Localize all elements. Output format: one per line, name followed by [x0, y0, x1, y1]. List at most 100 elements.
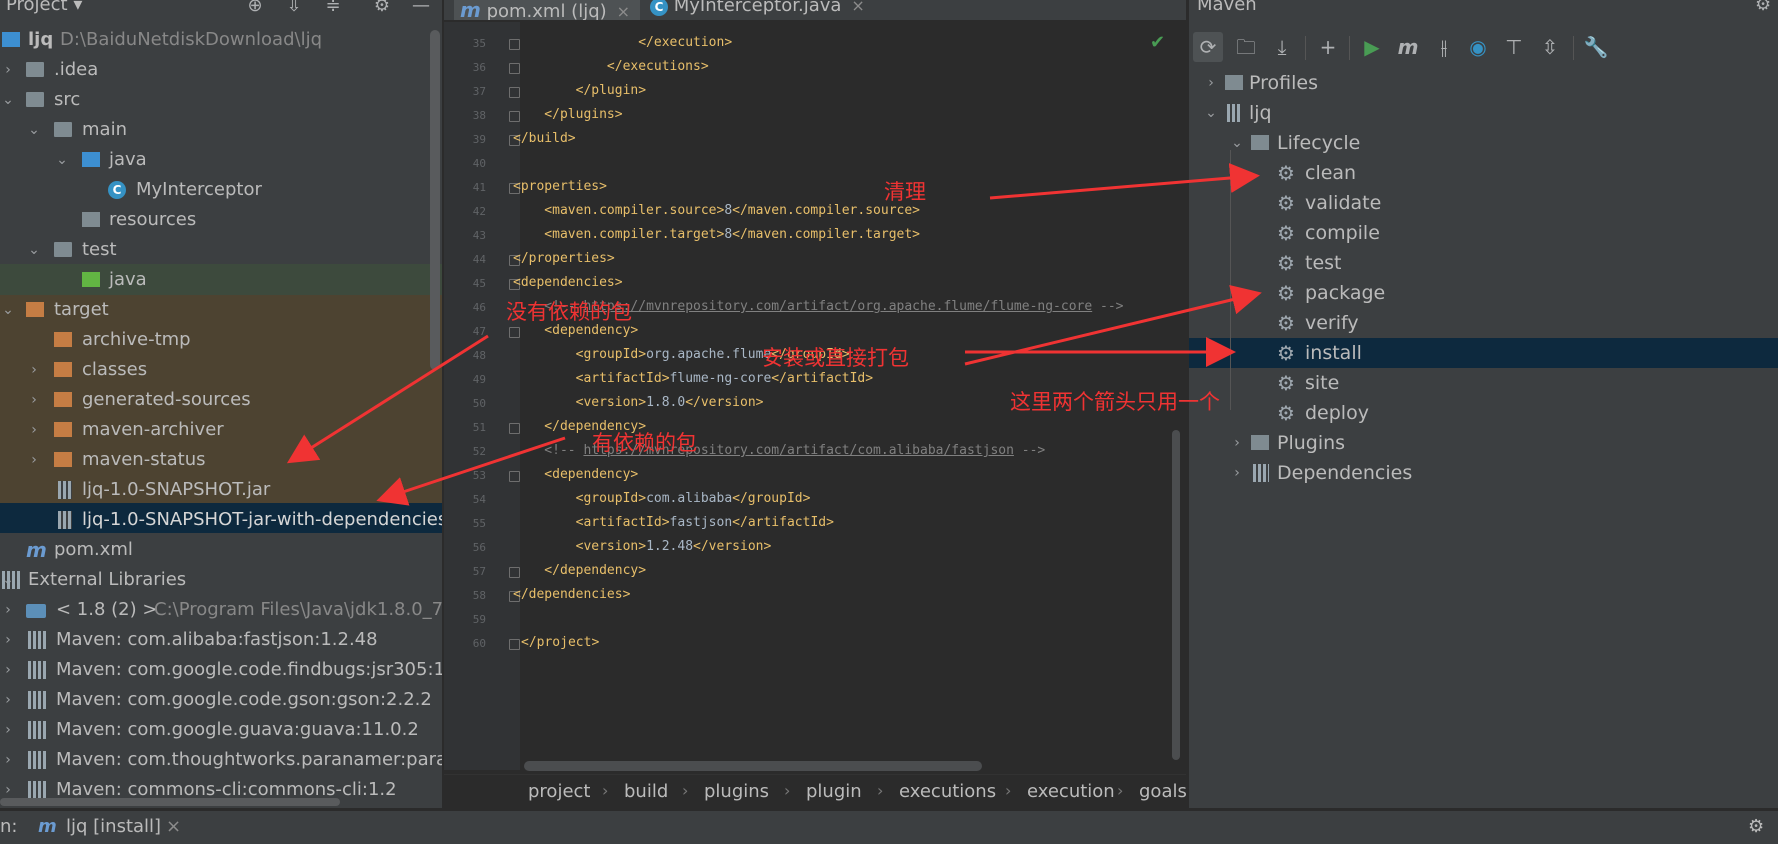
code-line-57[interactable]: </dependency>: [513, 563, 646, 579]
chevron-right-icon[interactable]: ›: [1203, 68, 1219, 98]
tab-pom-xml[interactable]: m pom.xml (ljq) ×: [454, 0, 640, 20]
run-icon[interactable]: ▶: [1357, 32, 1387, 62]
tree-item-project-root[interactable]: ⌄ ljq D:\BaiduNetdiskDownload\ljq: [0, 25, 442, 55]
code-line-39[interactable]: </build>: [513, 131, 576, 147]
reload-icon[interactable]: ⟳: [1193, 32, 1223, 62]
breadcrumb-item-goals[interactable]: goals: [1139, 781, 1187, 802]
plus-icon[interactable]: +: [1313, 32, 1343, 62]
code-line-44[interactable]: </properties>: [513, 251, 615, 267]
code-line-38[interactable]: </plugins>: [513, 107, 622, 123]
close-icon[interactable]: ×: [617, 2, 630, 20]
collapse-icon[interactable]: ⇳: [1535, 32, 1565, 62]
chevron-right-icon[interactable]: ›: [0, 685, 16, 715]
tree-item-classes[interactable]: › classes: [0, 355, 442, 385]
gear-icon[interactable]: ⚙: [1755, 0, 1771, 15]
tree-item-src[interactable]: ⌄ src: [0, 85, 442, 115]
breadcrumb-item-build[interactable]: build: [624, 781, 668, 802]
run-tab-ljq-install[interactable]: ljq [install]: [66, 816, 161, 837]
code-line-42[interactable]: <maven.compiler.source>8</maven.compiler…: [513, 203, 920, 219]
breadcrumb-item-execution[interactable]: execution: [1027, 781, 1115, 802]
chevron-right-icon[interactable]: ›: [0, 715, 16, 745]
tree-item-myinterceptor[interactable]: C MyInterceptor: [0, 175, 442, 205]
gear-icon[interactable]: ⚙: [1748, 816, 1764, 837]
chevron-right-icon[interactable]: ›: [0, 55, 16, 85]
close-icon[interactable]: ×: [851, 0, 864, 15]
fold-marker-icon[interactable]: [509, 639, 520, 650]
lifecycle-goal-site[interactable]: ⚙ site: [1189, 368, 1778, 398]
code-line-54[interactable]: <groupId>com.alibaba</groupId>: [513, 491, 811, 507]
lifecycle-goal-validate[interactable]: ⚙ validate: [1189, 188, 1778, 218]
code-line-35[interactable]: </execution>: [513, 35, 732, 51]
tree-item-main[interactable]: ⌄ main: [0, 115, 442, 145]
settings-wrench-icon[interactable]: 🔧: [1581, 32, 1611, 62]
tree-item-archive-tmp[interactable]: archive-tmp: [0, 325, 442, 355]
minimize-icon[interactable]: —: [410, 0, 432, 16]
tree-item-maven-archiver[interactable]: › maven-archiver: [0, 415, 442, 445]
expand-all-icon[interactable]: ≑: [322, 0, 344, 16]
tree-item-test-java[interactable]: java: [0, 265, 442, 295]
tree-item-test[interactable]: ⌄ test: [0, 235, 442, 265]
lifecycle-goal-test[interactable]: ⚙ test: [1189, 248, 1778, 278]
tree-item-external-libraries[interactable]: ⌄ External Libraries: [0, 565, 442, 595]
code-line-58[interactable]: </dependencies>: [513, 587, 630, 603]
tree-item-lib-guava[interactable]: › Maven: com.google.guava:guava:11.0.2: [0, 715, 442, 745]
code-line-41[interactable]: <properties>: [513, 179, 607, 195]
tree-item-lib-paranamer[interactable]: › Maven: com.thoughtworks.paranamer:para…: [0, 745, 442, 775]
skip-tests-icon[interactable]: ◉: [1463, 32, 1493, 62]
execute-goal-icon[interactable]: m: [1393, 32, 1423, 62]
show-dependencies-icon[interactable]: ⊤: [1499, 32, 1529, 62]
chevron-right-icon[interactable]: ›: [0, 745, 16, 775]
chevron-right-icon[interactable]: ›: [26, 445, 42, 475]
breadcrumb-item-plugins[interactable]: plugins: [704, 781, 769, 802]
chevron-down-icon[interactable]: ⌄: [1203, 98, 1219, 128]
chevron-right-icon[interactable]: ›: [26, 415, 42, 445]
tree-item-snapshot-jar[interactable]: ljq-1.0-SNAPSHOT.jar: [0, 475, 442, 505]
code-line-53[interactable]: <dependency>: [513, 467, 638, 483]
toggle-offline-icon[interactable]: ⫲: [1429, 32, 1459, 62]
chevron-right-icon[interactable]: ›: [0, 625, 16, 655]
code-line-37[interactable]: </plugin>: [513, 83, 646, 99]
close-icon[interactable]: ×: [166, 816, 181, 837]
maven-project-ljq[interactable]: ⌄ ljq: [1189, 98, 1778, 128]
chevron-right-icon[interactable]: ›: [26, 355, 42, 385]
chevron-down-icon[interactable]: ⌄: [26, 235, 42, 265]
tree-item-lib-jsr305[interactable]: › Maven: com.google.code.findbugs:jsr305…: [0, 655, 442, 685]
tab-myinterceptor[interactable]: C MyInterceptor.java ×: [644, 0, 890, 20]
tree-item-maven-status[interactable]: › maven-status: [0, 445, 442, 475]
tree-item-pom-xml[interactable]: m pom.xml: [0, 535, 442, 565]
project-horizontal-scrollbar[interactable]: [0, 798, 340, 806]
add-project-icon[interactable]: 🗀: [1231, 32, 1261, 62]
tree-item-lib-fastjson[interactable]: › Maven: com.alibaba:fastjson:1.2.48: [0, 625, 442, 655]
chevron-right-icon[interactable]: ›: [1229, 428, 1245, 458]
locate-icon[interactable]: ⊕: [244, 0, 266, 16]
tree-item-main-java[interactable]: ⌄ java: [0, 145, 442, 175]
tree-item-resources[interactable]: resources: [0, 205, 442, 235]
lifecycle-goal-deploy[interactable]: ⚙ deploy: [1189, 398, 1778, 428]
chevron-right-icon[interactable]: ›: [1229, 458, 1245, 488]
chevron-down-icon[interactable]: ⌄: [54, 145, 70, 175]
chevron-down-icon[interactable]: ⌄: [26, 115, 42, 145]
tree-item-lib-gson[interactable]: › Maven: com.google.code.gson:gson:2.2.2: [0, 685, 442, 715]
tree-item-jar-with-dependencies[interactable]: ljq-1.0-SNAPSHOT-jar-with-dependencies: [0, 505, 442, 535]
code-line-56[interactable]: <version>1.2.48</version>: [513, 539, 772, 555]
breadcrumb-item-executions[interactable]: executions: [899, 781, 996, 802]
breadcrumb-item-plugin[interactable]: plugin: [806, 781, 862, 802]
code-line-50[interactable]: <version>1.8.0</version>: [513, 395, 764, 411]
lifecycle-goal-clean[interactable]: ⚙ clean: [1189, 158, 1778, 188]
lifecycle-goal-install[interactable]: ⚙ install: [1189, 338, 1778, 368]
lifecycle-goal-package[interactable]: ⚙ package: [1189, 278, 1778, 308]
chevron-down-icon[interactable]: ⌄: [1229, 128, 1245, 158]
collapse-all-icon[interactable]: ⇩: [283, 0, 305, 16]
breadcrumb-item-project[interactable]: project: [528, 781, 590, 802]
tree-item-target[interactable]: ⌄ target: [0, 295, 442, 325]
code-line-60[interactable]: </project>: [521, 635, 599, 651]
chevron-down-icon[interactable]: ⌄: [0, 295, 16, 325]
code-line-49[interactable]: <artifactId>flume-ng-core</artifactId>: [513, 371, 873, 387]
lifecycle-goal-compile[interactable]: ⚙ compile: [1189, 218, 1778, 248]
code-line-43[interactable]: <maven.compiler.target>8</maven.compiler…: [513, 227, 920, 243]
code-line-36[interactable]: </executions>: [513, 59, 709, 75]
chevron-right-icon[interactable]: ›: [0, 595, 16, 625]
gear-icon[interactable]: ⚙: [371, 0, 393, 16]
download-icon[interactable]: ⤓: [1267, 32, 1297, 62]
code-line-55[interactable]: <artifactId>fastjson</artifactId>: [513, 515, 834, 531]
